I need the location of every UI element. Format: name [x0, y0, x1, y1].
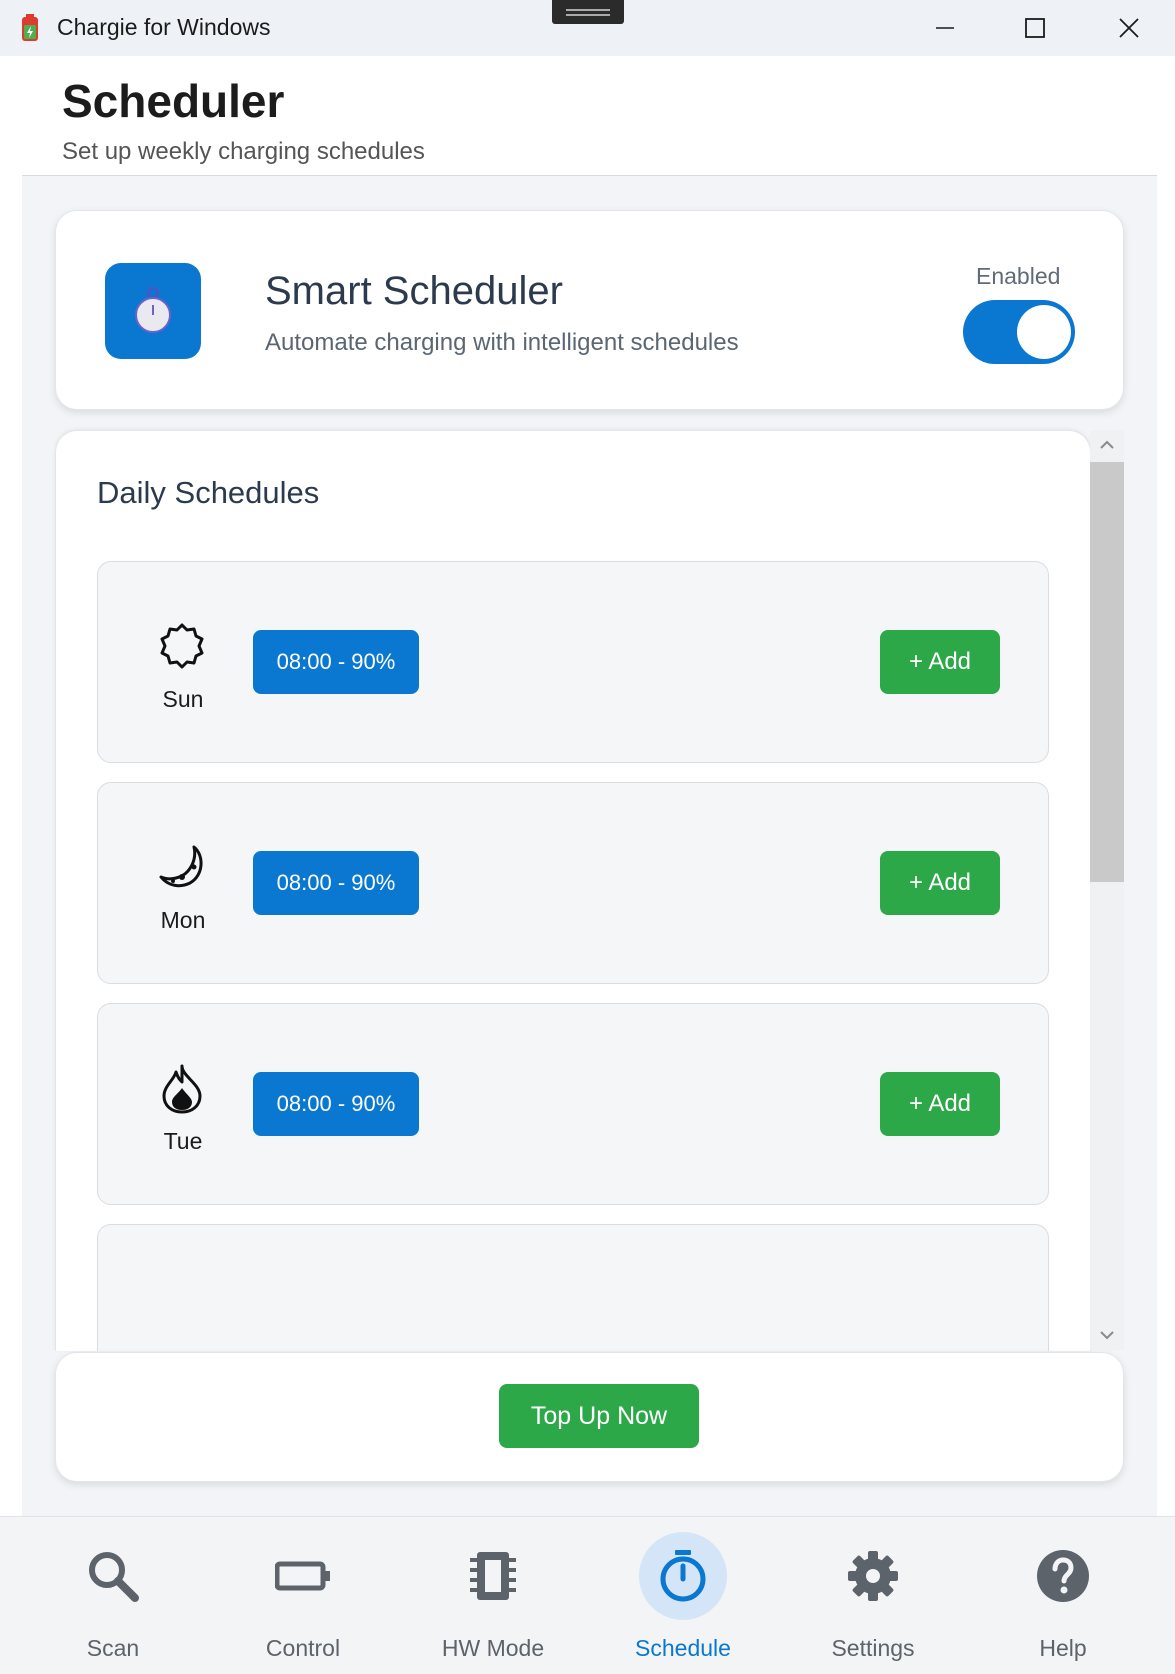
nav-label: Control: [265, 1635, 341, 1661]
day-row-tue: Tue 08:00 - 90% + Add: [97, 1003, 1049, 1205]
smart-scheduler-subtitle: Automate charging with intelligent sched…: [265, 329, 739, 356]
schedule-slot-button[interactable]: 08:00 - 90%: [253, 630, 419, 694]
day-label: Tue: [163, 1128, 203, 1154]
fire-icon: [156, 1062, 208, 1114]
nav-label: Help: [1039, 1635, 1087, 1661]
schedule-slot-button[interactable]: 08:00 - 90%: [253, 1072, 419, 1136]
add-schedule-button[interactable]: + Add: [880, 630, 1000, 694]
nav-label: Scan: [86, 1635, 140, 1661]
nav-item-settings[interactable]: Settings: [788, 1517, 958, 1674]
app-window: Chargie for Windows Scheduler Set up wee…: [0, 0, 1175, 1674]
day-row-next: [97, 1224, 1049, 1351]
enabled-label: Enabled: [976, 263, 1061, 289]
toggle-knob: [1017, 305, 1071, 359]
top-up-now-button[interactable]: Top Up Now: [499, 1384, 699, 1448]
nav-label: Settings: [831, 1635, 915, 1661]
smart-scheduler-card: Smart Scheduler Automate charging with i…: [55, 210, 1124, 410]
content-area: Smart Scheduler Automate charging with i…: [22, 176, 1157, 1516]
nav-item-scan[interactable]: Scan: [28, 1517, 198, 1674]
day-label: Mon: [160, 907, 206, 933]
smart-scheduler-title: Smart Scheduler: [265, 269, 563, 313]
nav-item-help[interactable]: Help: [978, 1517, 1148, 1674]
day-row-sun: Sun 08:00 - 90% + Add: [97, 561, 1049, 763]
help-icon: [1019, 1532, 1107, 1620]
chevron-down-icon: [1100, 1331, 1114, 1340]
window-title: Chargie for Windows: [57, 14, 271, 40]
title-bar: Chargie for Windows: [0, 0, 1175, 57]
search-icon: [69, 1532, 157, 1620]
schedule-slot-button[interactable]: 08:00 - 90%: [253, 851, 419, 915]
scroll-down-button[interactable]: [1090, 1320, 1124, 1350]
daily-schedules-title: Daily Schedules: [97, 475, 320, 510]
gear-icon: [829, 1532, 917, 1620]
add-schedule-button[interactable]: + Add: [880, 1072, 1000, 1136]
nav-label: Schedule: [635, 1635, 731, 1661]
scroll-up-button[interactable]: [1090, 430, 1124, 460]
chip-icon: [449, 1532, 537, 1620]
drag-grip[interactable]: [552, 0, 624, 24]
daily-schedules-card: Daily Schedules Sun 08:00 - 90% + Add Mo…: [55, 430, 1091, 1351]
nav-item-control[interactable]: Control: [218, 1517, 388, 1674]
nav-label: HW Mode: [441, 1635, 545, 1661]
chevron-up-icon: [1100, 440, 1114, 449]
maximize-button[interactable]: [1012, 10, 1058, 46]
app-battery-icon: [20, 14, 40, 42]
scroll-thumb[interactable]: [1090, 462, 1124, 882]
page-subtitle: Set up weekly charging schedules: [62, 138, 425, 165]
day-row-mon: Mon 08:00 - 90% + Add: [97, 782, 1049, 984]
page-title: Scheduler: [62, 75, 285, 127]
stopwatch-icon: [105, 263, 201, 359]
battery-icon: [259, 1532, 347, 1620]
top-up-card: Top Up Now: [55, 1352, 1124, 1482]
nav-item-schedule[interactable]: Schedule: [598, 1517, 768, 1674]
moon-icon: [156, 841, 208, 893]
minimize-icon: [936, 27, 954, 29]
nav-item-hw-mode[interactable]: HW Mode: [408, 1517, 578, 1674]
minimize-button[interactable]: [922, 10, 968, 46]
close-button[interactable]: [1106, 10, 1152, 46]
close-icon: [1119, 18, 1139, 38]
add-schedule-button[interactable]: + Add: [880, 851, 1000, 915]
smart-scheduler-toggle[interactable]: [963, 300, 1075, 364]
stopwatch-icon: [639, 1532, 727, 1620]
sun-icon: [156, 620, 208, 672]
maximize-icon: [1025, 18, 1045, 38]
day-label: Sun: [162, 686, 204, 712]
bottom-nav: Scan Control HW Mode Schedule Settings H…: [0, 1516, 1175, 1674]
page-header: Scheduler Set up weekly charging schedul…: [0, 56, 1175, 176]
schedules-scrollbar[interactable]: [1090, 430, 1124, 1350]
